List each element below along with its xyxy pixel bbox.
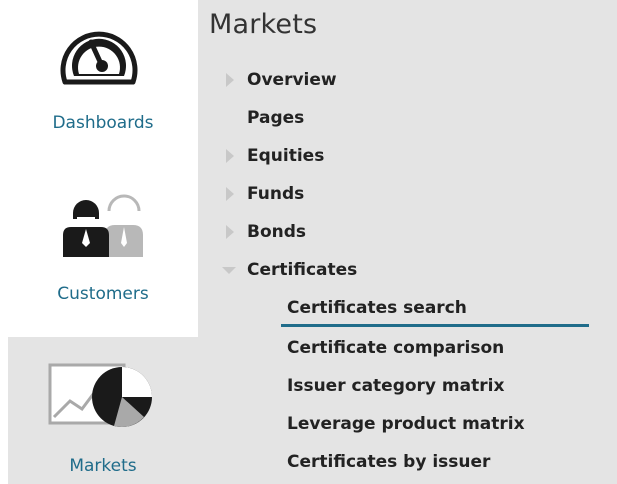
app-root: Dashboards Customers Markets Markets Ove… — [0, 0, 617, 484]
tree-item-label: Certificates — [247, 260, 358, 280]
subitem-label: Leverage product matrix — [287, 414, 525, 434]
panel-title: Markets — [209, 9, 318, 40]
subitem-certificate-comparison[interactable]: Certificate comparison — [198, 329, 617, 367]
subitem-certificates-by-issuer[interactable]: Certificates by issuer — [198, 443, 617, 481]
nav-markets-label: Markets — [69, 456, 137, 476]
nav-markets[interactable]: Markets — [8, 337, 198, 484]
tree-item-equities[interactable]: Equities — [198, 137, 617, 175]
tree-item-funds[interactable]: Funds — [198, 175, 617, 213]
nav-customers-label: Customers — [57, 284, 149, 304]
subitem-certificates-search[interactable]: Certificates search — [198, 289, 617, 327]
tree-item-label: Equities — [247, 146, 325, 166]
subitem-issuer-category-matrix[interactable]: Issuer category matrix — [198, 367, 617, 405]
subitem-label: Certificates search — [287, 298, 467, 318]
subitem-leverage-product-matrix[interactable]: Leverage product matrix — [198, 405, 617, 443]
tree-item-overview[interactable]: Overview — [198, 61, 617, 99]
tree-item-bonds[interactable]: Bonds — [198, 213, 617, 251]
markets-panel: Markets Overview Pages Equities Funds Bo… — [198, 0, 617, 484]
tree-item-pages[interactable]: Pages — [198, 99, 617, 137]
tree-item-label: Bonds — [247, 222, 307, 242]
expand-arrow-icon[interactable] — [224, 149, 236, 163]
subitem-label: Certificates by issuer — [287, 452, 491, 472]
expand-arrow-icon[interactable] — [224, 73, 236, 87]
customers-icon — [63, 194, 143, 257]
nav-customers[interactable]: Customers — [8, 165, 198, 337]
subitem-label: Issuer category matrix — [287, 376, 505, 396]
tree-item-label: Pages — [247, 108, 305, 128]
expand-arrow-icon[interactable] — [224, 225, 236, 239]
collapse-arrow-icon[interactable] — [222, 265, 236, 277]
tree-item-label: Overview — [247, 70, 337, 90]
subitem-label: Certificate comparison — [287, 338, 505, 358]
tree-item-label: Funds — [247, 184, 305, 204]
speedometer-icon — [60, 31, 138, 85]
markets-chart-icon — [48, 363, 152, 427]
tree-item-certificates[interactable]: Certificates — [198, 251, 617, 289]
nav-dashboards-label: Dashboards — [52, 113, 154, 133]
expand-arrow-icon[interactable] — [224, 187, 236, 201]
active-item-underline — [281, 324, 589, 327]
nav-dashboards[interactable]: Dashboards — [8, 0, 198, 165]
